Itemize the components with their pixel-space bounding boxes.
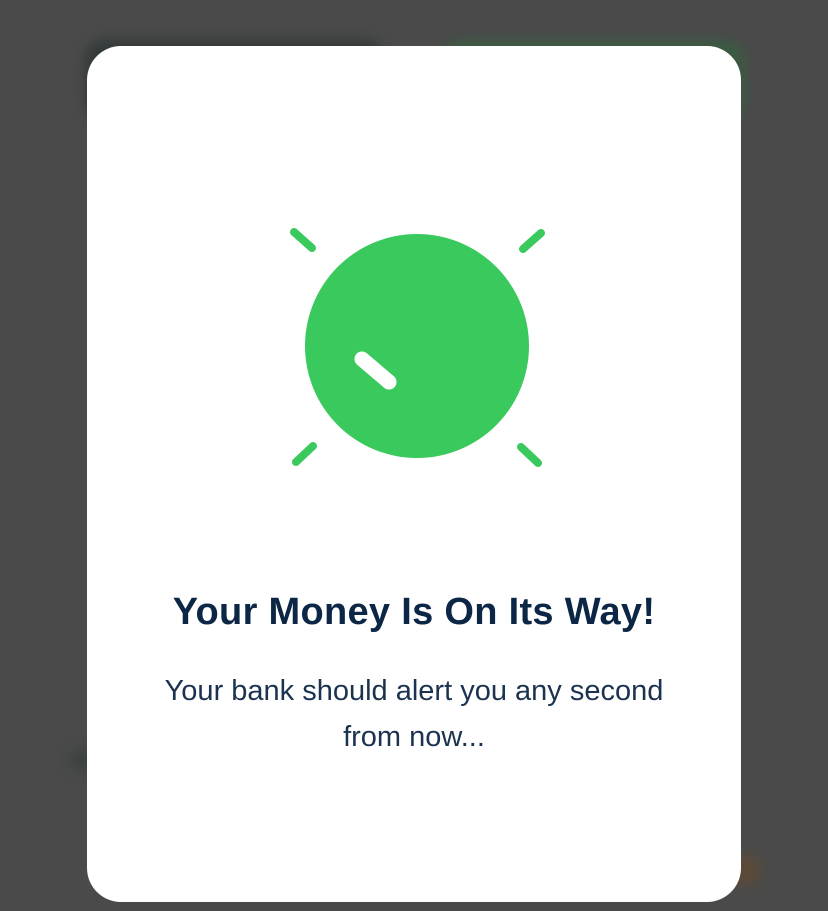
sparkle-ray-bottom-right xyxy=(517,443,542,467)
success-modal: Your Money Is On Its Way! Your bank shou… xyxy=(87,46,741,902)
sparkle-ray-bottom-left xyxy=(292,442,317,466)
sparkle-ray-top-right xyxy=(519,229,545,253)
modal-message: Your bank should alert you any second fr… xyxy=(164,675,664,753)
green-circle xyxy=(305,234,529,458)
modal-title: Your Money Is On Its Way! xyxy=(172,591,656,633)
success-illustration-icon xyxy=(290,228,545,467)
sparkle-ray-top-left xyxy=(290,228,316,252)
